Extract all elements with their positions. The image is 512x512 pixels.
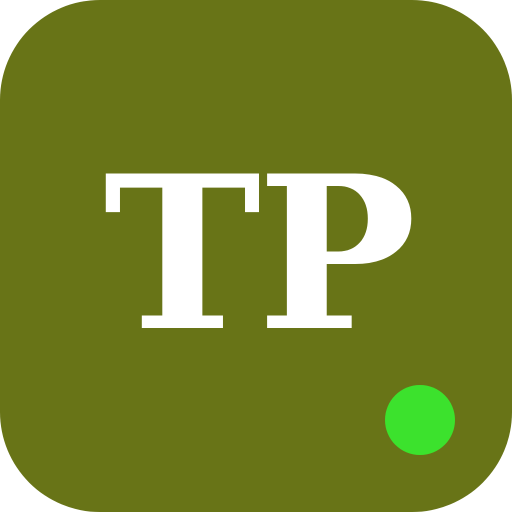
app-icon-tile[interactable]: TP xyxy=(0,0,512,512)
app-monogram: TP xyxy=(103,129,416,378)
status-indicator-dot xyxy=(385,385,455,455)
